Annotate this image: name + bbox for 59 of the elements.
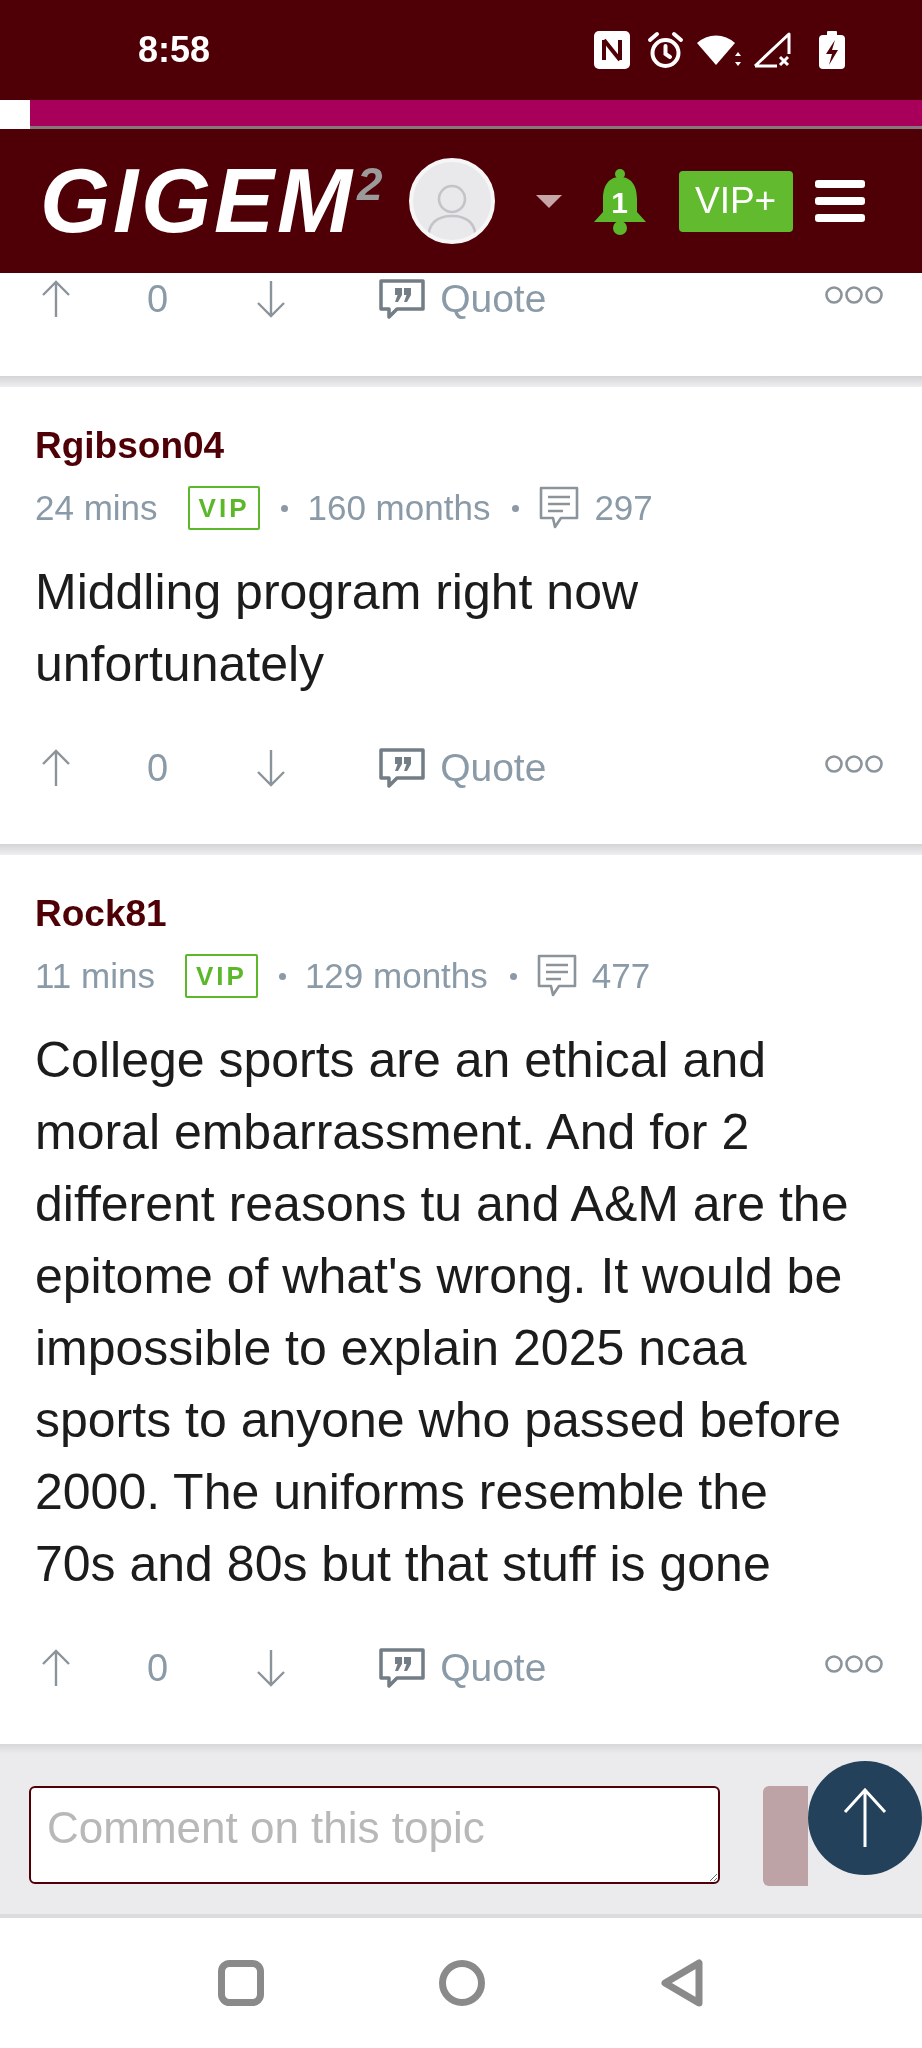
arrow-up-icon — [41, 1649, 71, 1687]
quote-icon — [379, 279, 426, 319]
arrow-up-icon — [41, 749, 71, 787]
post-body: College sports are an ethical and moral embarrassment. And for 2 different reasons tu and A&M are the epitome of what's wrong. It would be impossible to explain 2025 ncaa sports to anyone who passed before 2000. The uniforms resemble the 70s and 80s but that stuff is gone — [35, 1031, 850, 1594]
post-body: Middling program right now unfortunately — [35, 563, 640, 694]
status-time: 8:58 — [138, 28, 211, 72]
comment-field[interactable]: Comment on this topic — [29, 1786, 720, 1884]
member-tenure: 160 months — [307, 486, 491, 529]
arrow-up-icon — [843, 1788, 887, 1848]
downvote-button[interactable] — [256, 1649, 287, 1687]
vip-plus-button[interactable]: VIP+ — [678, 170, 793, 232]
quote-icon — [379, 748, 426, 788]
ad-banner[interactable] — [30, 100, 922, 129]
member-tenure: 129 months — [304, 954, 488, 997]
quote-button[interactable]: Quote — [379, 745, 547, 791]
vote-count: 0 — [147, 746, 169, 790]
more-button[interactable] — [825, 1654, 883, 1674]
home-icon[interactable] — [439, 1960, 485, 2006]
post-time: 11 mins — [35, 954, 155, 997]
vip-badge: VIP — [184, 954, 258, 998]
more-button[interactable] — [825, 754, 883, 774]
arrow-up-icon — [41, 280, 71, 318]
upvote-button[interactable] — [41, 1649, 71, 1687]
recent-apps-icon[interactable] — [218, 1960, 264, 2006]
wifi-icon — [697, 33, 741, 67]
arrow-down-icon — [256, 280, 287, 318]
more-icon — [825, 1654, 883, 1674]
username[interactable]: Rgibson04 — [35, 424, 225, 468]
more-icon — [825, 754, 883, 774]
post-time: 24 mins — [35, 486, 158, 529]
username[interactable]: Rock81 — [35, 892, 167, 936]
account-dropdown-button[interactable] — [535, 194, 562, 208]
vote-count: 0 — [147, 1646, 169, 1690]
post-count: 477 — [591, 954, 651, 997]
nfc-icon — [594, 31, 630, 69]
vip-badge: VIP — [187, 486, 261, 530]
arrow-down-icon — [256, 1649, 287, 1687]
vote-count: 0 — [147, 277, 169, 321]
caret-down-icon — [535, 194, 562, 208]
signal-icon — [753, 32, 791, 68]
more-button[interactable] — [825, 285, 883, 305]
comment-icon — [536, 954, 577, 998]
post-count: 297 — [594, 486, 653, 529]
upvote-button[interactable] — [41, 280, 71, 318]
quote-button[interactable]: Quote — [379, 276, 547, 322]
quote-icon — [379, 1648, 426, 1688]
upvote-button[interactable] — [41, 749, 71, 787]
more-icon — [825, 285, 883, 305]
downvote-button[interactable] — [256, 749, 287, 787]
notifications-button[interactable]: 1 — [590, 167, 649, 235]
back-icon[interactable] — [660, 1959, 704, 2007]
menu-button[interactable] — [814, 180, 865, 222]
battery-charging-icon — [819, 31, 845, 69]
downvote-button[interactable] — [256, 280, 287, 318]
alarm-icon — [647, 31, 684, 69]
quote-button[interactable]: Quote — [379, 1645, 547, 1691]
menu-icon — [814, 180, 865, 222]
arrow-down-icon — [256, 749, 287, 787]
comment-icon — [539, 486, 580, 530]
